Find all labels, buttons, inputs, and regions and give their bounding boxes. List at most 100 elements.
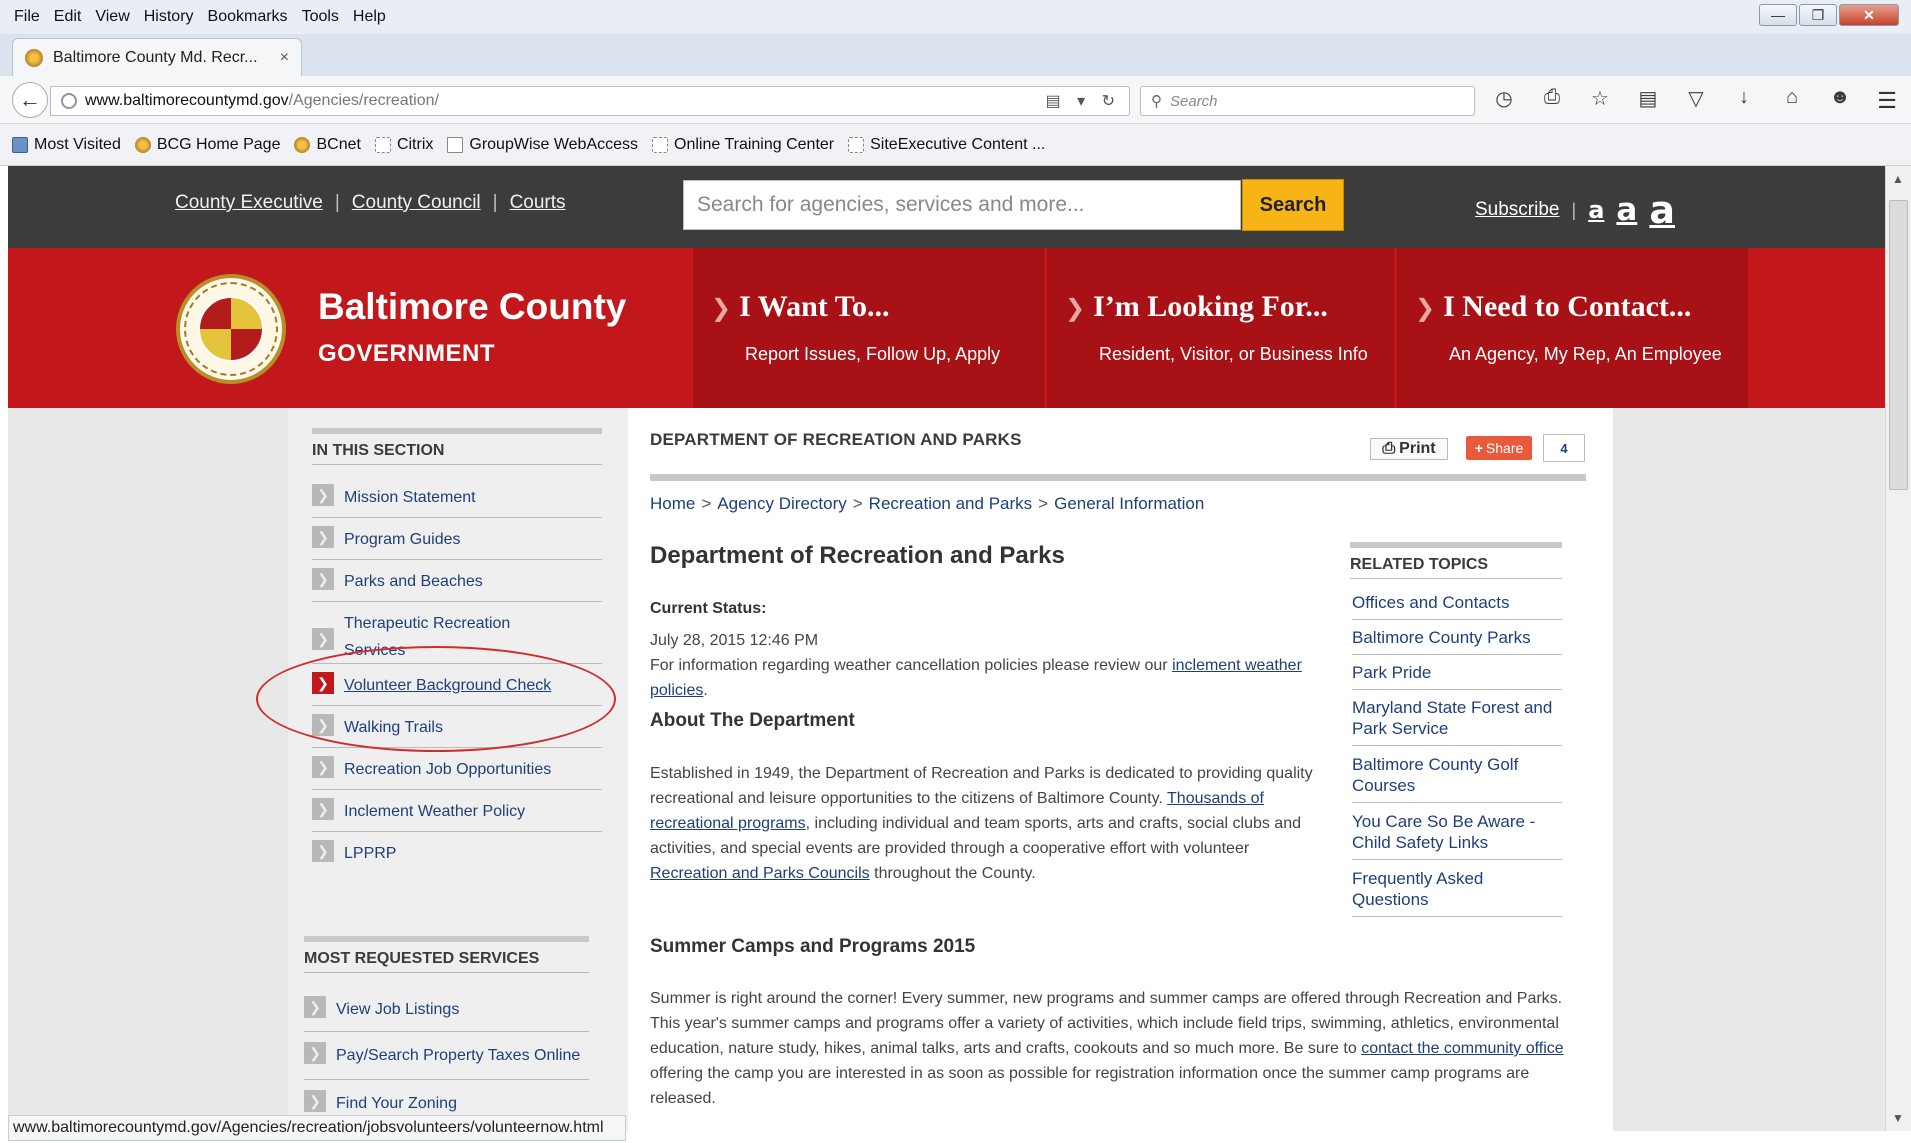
bookmark-most-visited[interactable]: Most Visited	[12, 136, 121, 154]
menu-tools[interactable]: Tools	[302, 8, 339, 26]
bookmark-bcnet[interactable]: BCnet	[294, 136, 361, 154]
minimize-icon[interactable]: —	[1759, 4, 1797, 26]
in-this-section-heading: IN THIS SECTION	[312, 428, 602, 465]
bookmark-siteexecutive[interactable]: SiteExecutive Content ...	[848, 136, 1045, 154]
back-arrow-icon: ←	[19, 87, 41, 112]
breadcrumb-recreation-parks[interactable]: Recreation and Parks	[869, 494, 1032, 513]
brand-title[interactable]: Baltimore County	[318, 286, 626, 328]
related-child-safety[interactable]: You Care So Be Aware - Child Safety Link…	[1352, 811, 1562, 860]
sidebar-item-mission[interactable]: ❯ Mission Statement	[312, 476, 602, 518]
chevron-right-icon: ❯	[304, 1042, 326, 1064]
globe-icon	[61, 93, 77, 109]
bookmark-star-icon[interactable]: ☆	[1586, 86, 1614, 111]
related-faq[interactable]: Frequently Asked Questions	[1352, 868, 1562, 917]
print-icon[interactable]: ⎙	[1538, 86, 1566, 111]
chevron-right-icon: ❯	[312, 756, 334, 778]
annotation-highlight-oval	[256, 646, 616, 752]
related-county-parks[interactable]: Baltimore County Parks	[1352, 627, 1562, 655]
font-size-large[interactable]: a	[1649, 188, 1675, 232]
menu-hamburger-icon[interactable]: ☰	[1877, 88, 1897, 114]
scroll-up-icon[interactable]: ▲	[1892, 172, 1904, 186]
url-bar[interactable]: www.baltimorecountymd.gov/Agencies/recre…	[50, 86, 1130, 116]
font-size-medium[interactable]: a	[1616, 192, 1637, 228]
site-header: Baltimore County GOVERNMENT ❯ I Want To..…	[8, 248, 1885, 408]
bookmark-citrix[interactable]: Citrix	[374, 136, 433, 154]
site-search-button[interactable]: Search	[1242, 179, 1344, 231]
subscribe-link[interactable]: Subscribe	[1475, 199, 1560, 221]
pocket-icon[interactable]: ▽	[1682, 86, 1710, 111]
bookmark-groupwise[interactable]: GroupWise WebAccess	[447, 136, 638, 154]
site-search-input[interactable]: Search for agencies, services and more..…	[683, 180, 1241, 230]
nav-looking-for[interactable]: ❯ I’m Looking For... Resident, Visitor, o…	[1044, 248, 1394, 408]
status-bar-url: www.baltimorecountymd.gov/Agencies/recre…	[8, 1115, 626, 1141]
web-page: County Executive | County Council | Cour…	[8, 166, 1885, 1131]
sidebar-item-inclement-weather[interactable]: ❯ Inclement Weather Policy	[312, 790, 602, 832]
reader-list-icon[interactable]: ▤	[1634, 86, 1662, 111]
related-golf-courses[interactable]: Baltimore County Golf Courses	[1352, 754, 1562, 803]
bcg-icon	[134, 136, 151, 153]
breadcrumb-general-info[interactable]: General Information	[1054, 494, 1204, 513]
bookmark-online-training[interactable]: Online Training Center	[652, 136, 834, 154]
sidebar-item-program-guides[interactable]: ❯ Program Guides	[312, 518, 602, 560]
menu-help[interactable]: Help	[353, 8, 386, 26]
close-window-icon[interactable]: ✕	[1839, 4, 1899, 26]
about-paragraph: Established in 1949, the Department of R…	[650, 765, 1313, 882]
menu-bookmarks[interactable]: Bookmarks	[208, 8, 288, 26]
divider	[650, 474, 1586, 481]
back-button[interactable]: ←	[12, 82, 48, 118]
share-button[interactable]: + Share	[1466, 436, 1532, 460]
related-state-forest[interactable]: Maryland State Forest and Park Service	[1352, 697, 1562, 746]
sidebar-item-parks-beaches[interactable]: ❯ Parks and Beaches	[312, 560, 602, 602]
link-county-executive[interactable]: County Executive	[175, 192, 323, 214]
browser-search-input[interactable]: ⚲ Search	[1140, 86, 1475, 116]
home-icon[interactable]: ⌂	[1778, 86, 1806, 111]
breadcrumb-agency-directory[interactable]: Agency Directory	[717, 494, 846, 513]
print-button[interactable]: ⎙ Print	[1370, 438, 1448, 460]
tab-title: Baltimore County Md. Recr...	[53, 48, 258, 66]
scroll-down-icon[interactable]: ▼	[1892, 1111, 1904, 1125]
department-header: DEPARTMENT OF RECREATION AND PARKS	[650, 430, 1022, 449]
service-property-taxes[interactable]: ❯ Pay/Search Property Taxes Online	[304, 1032, 589, 1080]
menu-view[interactable]: View	[95, 8, 129, 26]
page-icon	[652, 136, 669, 153]
related-offices-contacts[interactable]: Offices and Contacts	[1352, 592, 1562, 620]
summer-heading: Summer Camps and Programs 2015	[650, 936, 976, 957]
link-county-council[interactable]: County Council	[352, 192, 481, 214]
nav-i-want-to[interactable]: ❯ I Want To... Report Issues, Follow Up, …	[690, 248, 1044, 408]
summer-paragraph: Summer is right around the corner! Every…	[650, 990, 1564, 1107]
link-courts[interactable]: Courts	[510, 192, 566, 214]
menu-edit[interactable]: Edit	[54, 8, 82, 26]
sidebar-item-lpprp[interactable]: ❯ LPPRP	[312, 832, 602, 874]
history-icon[interactable]: ◷	[1490, 86, 1518, 111]
bookmarks-toolbar: Most Visited BCG Home Page BCnet Citrix …	[0, 124, 1911, 166]
scroll-thumb[interactable]	[1889, 200, 1908, 490]
vertical-scrollbar[interactable]: ▲ ▼	[1885, 166, 1911, 1131]
most-requested-heading: MOST REQUESTED SERVICES	[304, 936, 589, 973]
page-icon	[848, 136, 865, 153]
plus-icon: +	[1474, 440, 1483, 456]
bookmark-bcg-home[interactable]: BCG Home Page	[134, 136, 280, 154]
toolbar-icons: ◷ ⎙ ☆ ▤ ▽ ↓ ⌂ ☻	[1490, 86, 1854, 111]
chevron-right-icon: ❯	[312, 798, 334, 820]
download-icon[interactable]: ↓	[1730, 86, 1758, 111]
county-seal-logo[interactable]	[176, 274, 286, 384]
chat-icon[interactable]: ☻	[1826, 86, 1854, 111]
brand-subtitle: GOVERNMENT	[318, 340, 496, 367]
nav-need-to-contact[interactable]: ❯ I Need to Contact... An Agency, My Rep,…	[1394, 248, 1748, 408]
restore-icon[interactable]: ❐	[1799, 4, 1837, 26]
sidebar-item-job-opportunities[interactable]: ❯ Recreation Job Opportunities	[312, 748, 602, 790]
councils-link[interactable]: Recreation and Parks Councils	[650, 865, 870, 882]
browser-tab[interactable]: Baltimore County Md. Recr... ×	[12, 38, 302, 76]
breadcrumb-home[interactable]: Home	[650, 494, 695, 513]
font-size-small[interactable]: a	[1588, 196, 1604, 224]
tab-close-icon[interactable]: ×	[280, 49, 289, 67]
related-park-pride[interactable]: Park Pride	[1352, 662, 1562, 690]
search-icon: ⚲	[1151, 93, 1162, 110]
breadcrumb: Home > Agency Directory > Recreation and Par…	[650, 494, 1205, 513]
menu-history[interactable]: History	[144, 8, 194, 26]
service-view-job-listings[interactable]: ❯ View Job Listings	[304, 986, 589, 1032]
menu-file[interactable]: File	[14, 8, 40, 26]
reader-dropdown-reload-icons[interactable]: ▤ ▾ ↻	[1046, 91, 1121, 111]
status-date: July 28, 2015 12:46 PM	[650, 632, 819, 649]
community-office-link[interactable]: contact the community office	[1361, 1040, 1563, 1057]
